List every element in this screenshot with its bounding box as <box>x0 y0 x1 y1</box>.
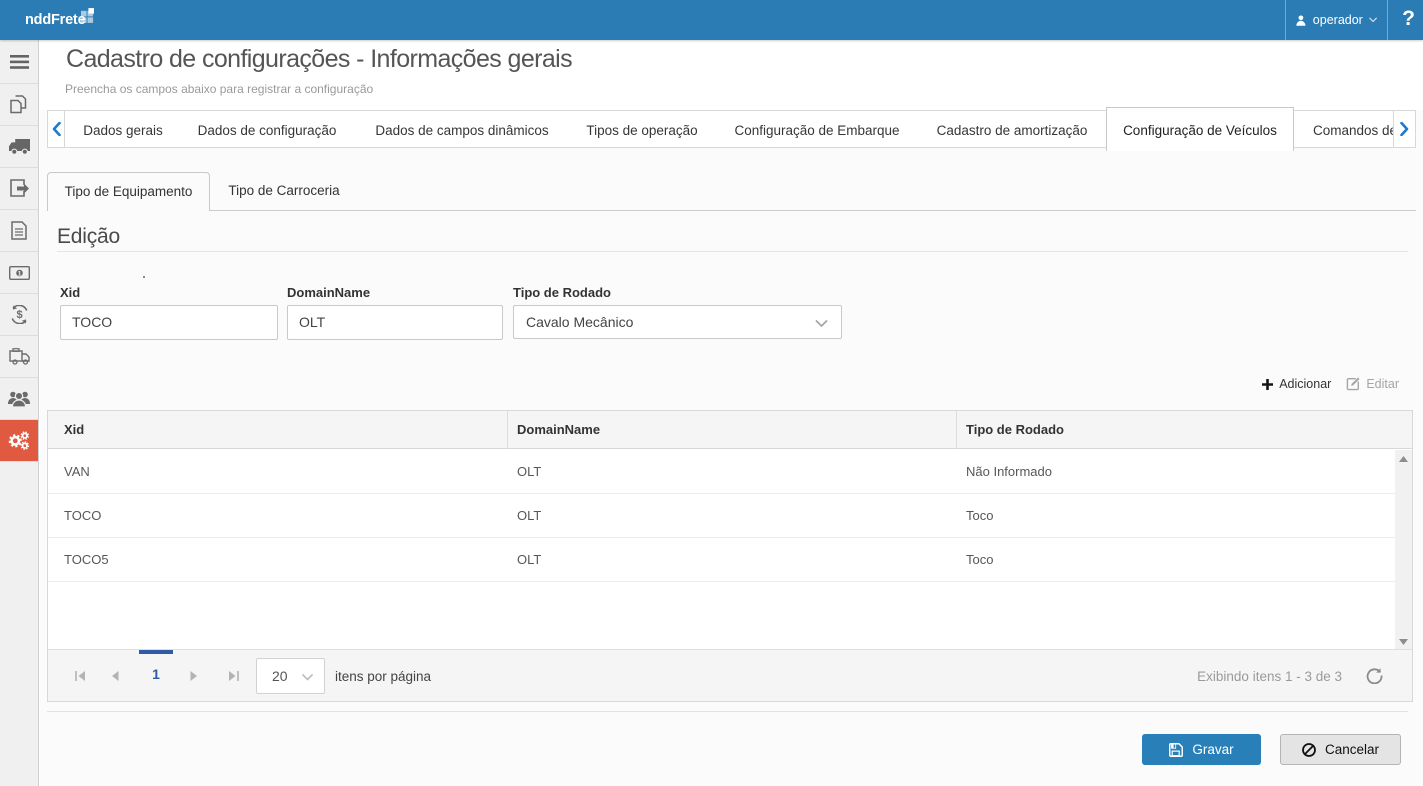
svg-text:1: 1 <box>17 270 21 277</box>
svg-text:$: $ <box>16 309 22 321</box>
